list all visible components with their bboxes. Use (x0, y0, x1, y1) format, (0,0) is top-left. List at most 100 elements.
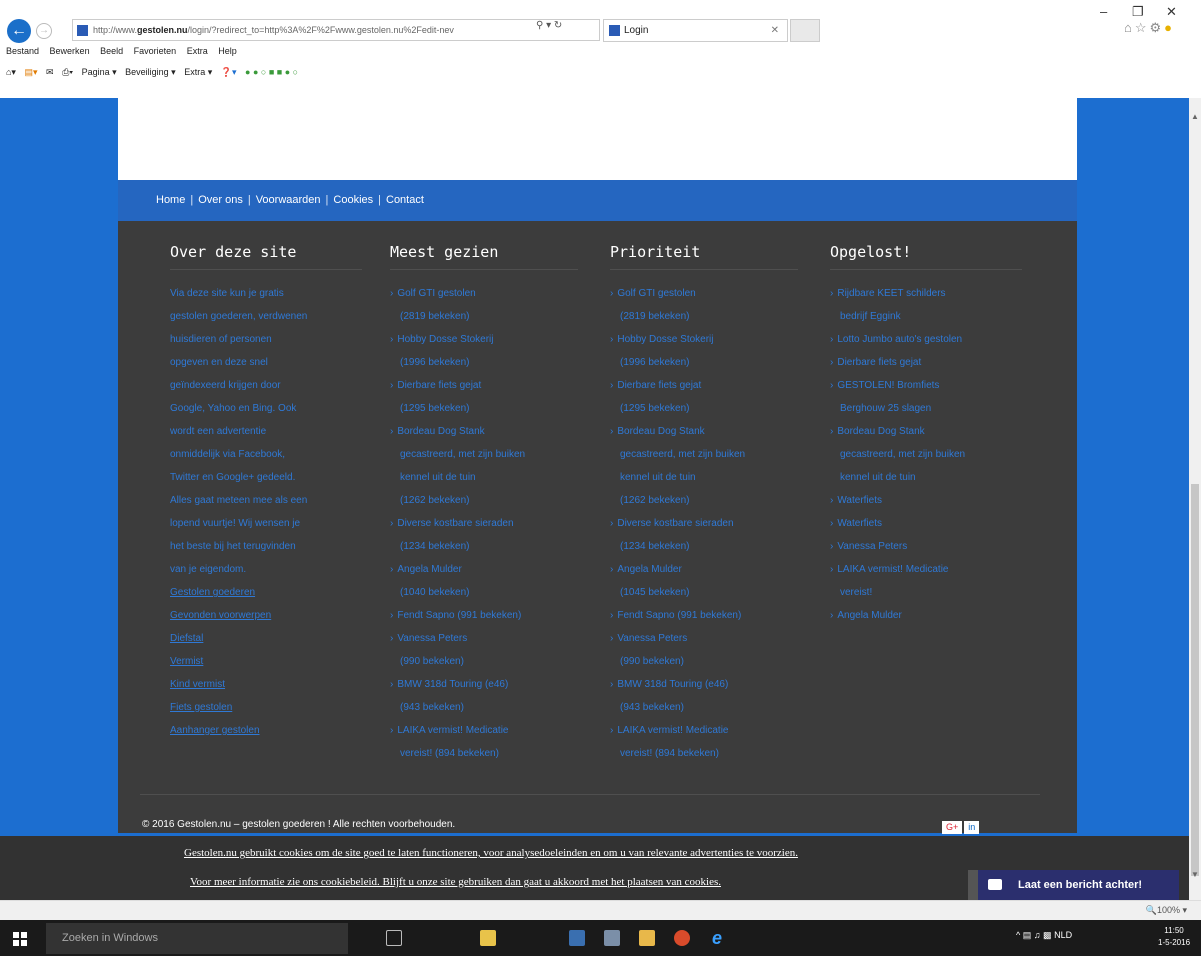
footer-list-item[interactable]: › Fendt Sapno (991 bekeken) (610, 604, 798, 627)
footer-list-item[interactable]: › Angela Mulder (830, 604, 1022, 627)
address-bar[interactable]: http://www.gestolen.nu/login/?redirect_t… (72, 19, 600, 41)
system-tray[interactable]: ^ ▤ ♫ ▩ NLD (1016, 930, 1072, 941)
category-link[interactable]: Gevonden voorwerpen (170, 604, 362, 627)
footer-list-item[interactable]: › LAIKA vermist! Medicatie (830, 558, 1022, 581)
footer-list-item[interactable]: › LAIKA vermist! Medicatie (390, 719, 578, 742)
page-scrollbar[interactable]: ▲ ▼ (1189, 98, 1201, 900)
cookie-line-1[interactable]: Gestolen.nu gebruikt cookies om de site … (184, 847, 798, 859)
restore-icon[interactable]: ❐ (1132, 4, 1144, 20)
nav-over-ons[interactable]: Over ons (198, 194, 243, 206)
scrollbar-thumb[interactable] (1191, 484, 1199, 876)
volume-icon[interactable]: ♫ (1034, 930, 1041, 940)
network-icon[interactable]: ▤ (1023, 930, 1032, 940)
footer-list-item[interactable]: Berghouw 25 slagen (830, 397, 1022, 420)
menu-item-extra[interactable]: Extra (187, 46, 208, 56)
menu-item-beeld[interactable]: Beeld (100, 46, 123, 56)
footer-list-item[interactable]: › Waterfiets (830, 489, 1022, 512)
chat-handle[interactable] (968, 870, 978, 901)
footer-list-item[interactable]: (943 bekeken) (610, 696, 798, 719)
forward-button[interactable]: → (36, 23, 52, 39)
help-icon[interactable]: ❓▾ (221, 67, 237, 77)
footer-list-item[interactable]: › GESTOLEN! Bromfiets (830, 374, 1022, 397)
menu-item-bestand[interactable]: Bestand (6, 46, 39, 56)
category-link[interactable]: Kind vermist (170, 673, 362, 696)
mail-icon[interactable]: ✉ (46, 67, 54, 77)
category-link[interactable]: Vermist (170, 650, 362, 673)
footer-list-item[interactable]: (2819 bekeken) (610, 305, 798, 328)
footer-list-item[interactable]: (943 bekeken) (390, 696, 578, 719)
file-explorer-icon[interactable] (480, 930, 496, 946)
footer-list-item[interactable]: › Bordeau Dog Stank (610, 420, 798, 443)
footer-list-item[interactable]: › Vanessa Peters (390, 627, 578, 650)
footer-list-item[interactable]: kennel uit de tuin (610, 466, 798, 489)
taskbar-clock[interactable]: 11:50 1-5-2016 (1158, 925, 1190, 949)
footer-list-item[interactable]: › BMW 318d Touring (e46) (390, 673, 578, 696)
nav-contact[interactable]: Contact (386, 194, 424, 206)
footer-list-item[interactable]: › Diverse kostbare sieraden (610, 512, 798, 535)
smiley-icon[interactable]: ● (1164, 20, 1175, 35)
footer-list-item[interactable]: › Fendt Sapno (991 bekeken) (390, 604, 578, 627)
footer-list-item[interactable]: gecastreerd, met zijn buiken (390, 443, 578, 466)
footer-list-item[interactable]: › Hobby Dosse Stokerij (390, 328, 578, 351)
footer-list-item[interactable]: kennel uit de tuin (390, 466, 578, 489)
taskbar-search-input[interactable]: Zoeken in Windows (46, 923, 348, 954)
footer-list-item[interactable]: › Rijdbare KEET schilders (830, 282, 1022, 305)
cookie-line-2[interactable]: Voor meer informatie zie ons cookiebelei… (190, 876, 721, 888)
category-link[interactable]: Diefstal (170, 627, 362, 650)
footer-list-item[interactable]: (1996 bekeken) (390, 351, 578, 374)
refresh-icon[interactable]: ↻ (554, 20, 562, 31)
footer-list-item[interactable]: › Golf GTI gestolen (610, 282, 798, 305)
footer-list-item[interactable]: › Dierbare fiets gejat (610, 374, 798, 397)
footer-list-item[interactable]: › Waterfiets (830, 512, 1022, 535)
zoom-level[interactable]: 🔍100% ▾ (1146, 905, 1187, 916)
footer-list-item[interactable]: kennel uit de tuin (830, 466, 1022, 489)
tray-expand-icon[interactable]: ^ (1016, 930, 1020, 940)
menu-item-help[interactable]: Help (218, 46, 237, 56)
settings-gear-icon[interactable]: ⚙ (1150, 20, 1165, 35)
category-link[interactable]: Gestolen goederen (170, 581, 362, 604)
search-icon[interactable]: ⚲ (536, 20, 543, 31)
notifications-icon[interactable]: ▩ (1043, 930, 1052, 940)
feeds-icon[interactable]: ▤▾ (24, 67, 37, 77)
linkedin-button[interactable]: in (964, 821, 980, 834)
footer-list-item[interactable]: › Lotto Jumbo auto's gestolen (830, 328, 1022, 351)
footer-list-item[interactable]: (1045 bekeken) (610, 581, 798, 604)
menu-item-favorieten[interactable]: Favorieten (134, 46, 177, 56)
footer-list-item[interactable]: (1234 bekeken) (390, 535, 578, 558)
windows-start-icon[interactable] (13, 932, 27, 946)
close-window-icon[interactable]: ✕ (1166, 4, 1177, 20)
command-pagina[interactable]: Pagina ▾ (82, 67, 117, 77)
footer-list-item[interactable]: › Golf GTI gestolen (390, 282, 578, 305)
menu-item-bewerken[interactable]: Bewerken (50, 46, 90, 56)
scroll-up-icon[interactable]: ▲ (1191, 112, 1199, 121)
nav-voorwaarden[interactable]: Voorwaarden (256, 194, 321, 206)
tools-app-icon[interactable] (604, 930, 620, 946)
chrome-icon[interactable] (674, 930, 690, 946)
footer-list-item[interactable]: › Vanessa Peters (830, 535, 1022, 558)
footer-list-item[interactable]: › Hobby Dosse Stokerij (610, 328, 798, 351)
nav-home[interactable]: Home (156, 194, 185, 206)
footer-list-item[interactable]: › Vanessa Peters (610, 627, 798, 650)
footer-list-item[interactable]: vereist! (830, 581, 1022, 604)
footer-list-item[interactable]: (990 bekeken) (610, 650, 798, 673)
footer-list-item[interactable]: (1996 bekeken) (610, 351, 798, 374)
print-icon[interactable]: ⎙▾ (62, 67, 73, 77)
folder-app-icon[interactable] (639, 930, 655, 946)
home-icon[interactable]: ⌂▾ (6, 67, 16, 77)
task-view-icon[interactable] (386, 930, 402, 946)
close-tab-icon[interactable]: ✕ (771, 20, 779, 41)
footer-list-item[interactable]: › Diverse kostbare sieraden (390, 512, 578, 535)
footer-list-item[interactable]: (1262 bekeken) (610, 489, 798, 512)
back-button[interactable]: ← (7, 19, 31, 43)
footer-list-item[interactable]: (1295 bekeken) (610, 397, 798, 420)
footer-list-item[interactable]: (1262 bekeken) (390, 489, 578, 512)
footer-list-item[interactable]: (990 bekeken) (390, 650, 578, 673)
command-extra[interactable]: Extra ▾ (184, 67, 212, 77)
footer-list-item[interactable]: bedrijf Eggink (830, 305, 1022, 328)
internet-explorer-icon[interactable]: e (712, 929, 728, 947)
footer-list-item[interactable]: › BMW 318d Touring (e46) (610, 673, 798, 696)
footer-list-item[interactable]: (1040 bekeken) (390, 581, 578, 604)
category-link[interactable]: Fiets gestolen (170, 696, 362, 719)
new-tab-button[interactable] (790, 19, 820, 42)
footer-list-item[interactable]: (1234 bekeken) (610, 535, 798, 558)
